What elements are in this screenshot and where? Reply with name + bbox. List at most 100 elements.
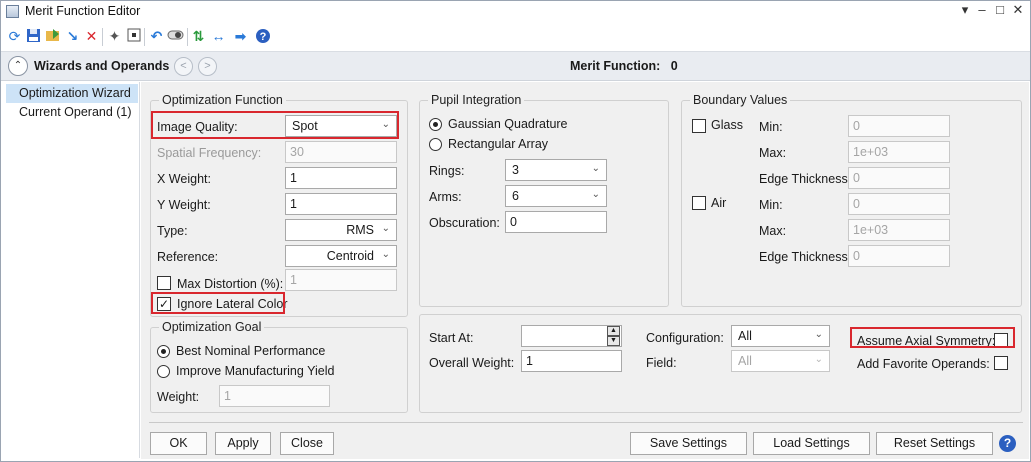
chevron-down-icon: ⌄	[814, 329, 823, 340]
y-weight-label: Y Weight:	[157, 198, 211, 212]
svg-text:?: ?	[259, 31, 266, 43]
optimization-function-legend: Optimization Function	[159, 93, 286, 107]
spatial-frequency-input[interactable]: 30	[285, 141, 397, 163]
ignore-lateral-color-highlight	[151, 292, 285, 314]
air-edge-input[interactable]: 0	[848, 245, 950, 267]
overall-weight-input[interactable]: 1	[521, 350, 622, 372]
chevron-down-icon: ⌄	[591, 163, 600, 174]
save-icon[interactable]	[25, 28, 42, 45]
wand-icon[interactable]: ✦	[106, 28, 123, 45]
toolbar-separator	[102, 28, 103, 46]
reference-select[interactable]: Centroid ⌄	[285, 245, 397, 267]
air-edge-label: Edge Thickness:	[759, 250, 852, 264]
air-checkbox[interactable]	[692, 196, 706, 210]
air-max-input[interactable]: 1e+03	[848, 219, 950, 241]
field-select[interactable]: All ⌄	[731, 350, 830, 372]
refresh-icon[interactable]: ⟳	[6, 28, 23, 45]
glass-min-input[interactable]: 0	[848, 115, 950, 137]
window-menu-icon[interactable]: ▾	[957, 2, 973, 18]
close-button[interactable]: Close	[280, 432, 334, 455]
reset-settings-button[interactable]: Reset Settings	[876, 432, 993, 455]
start-at-label: Start At:	[429, 331, 474, 345]
back-button[interactable]: <	[174, 57, 193, 76]
nav-item-optimization-wizard[interactable]: Optimization Wizard	[6, 84, 138, 103]
glass-label: Glass	[711, 118, 743, 132]
window-title: Merit Function Editor	[25, 4, 141, 18]
x-weight-input[interactable]: 1	[285, 167, 397, 189]
x-weight-label: X Weight:	[157, 172, 211, 186]
ok-button[interactable]: OK	[150, 432, 207, 455]
merit-function-value: 0	[670, 59, 678, 73]
air-min-input[interactable]: 0	[848, 193, 950, 215]
chevron-down-icon: ⌄	[381, 223, 390, 234]
glass-checkbox[interactable]	[692, 119, 706, 133]
glass-edge-label: Edge Thickness:	[759, 172, 852, 186]
configuration-label: Configuration:	[646, 331, 724, 345]
chevron-down-icon: ⌄	[814, 354, 823, 365]
type-select[interactable]: RMS ⌄	[285, 219, 397, 241]
load-settings-button[interactable]: Load Settings	[753, 432, 870, 455]
air-label: Air	[711, 196, 727, 210]
rings-select[interactable]: 3 ⌄	[505, 159, 607, 181]
glass-min-label: Min:	[759, 120, 783, 134]
arrow-right-icon[interactable]: ➡	[232, 28, 249, 45]
apply-button[interactable]: Apply	[215, 432, 271, 455]
help-icon[interactable]: ?	[999, 435, 1016, 452]
spin-up-icon[interactable]: ▲	[607, 326, 620, 336]
collapse-chevron-icon[interactable]: ⌃	[8, 56, 28, 76]
swap-icon[interactable]: ⇅	[190, 28, 207, 45]
maximize-icon[interactable]: □	[992, 2, 1008, 17]
close-window-icon[interactable]: ✕	[1010, 2, 1026, 18]
merit-function-editor-window: Merit Function Editor ▾ – □ ✕ ⟳ ↘ ✕ ✦ ↶ …	[0, 0, 1031, 462]
stop-icon[interactable]	[125, 28, 142, 45]
obscuration-label: Obscuration:	[429, 216, 500, 230]
max-distortion-checkbox[interactable]	[157, 276, 171, 290]
load-icon[interactable]	[44, 28, 61, 45]
glass-max-input[interactable]: 1e+03	[848, 141, 950, 163]
obscuration-input[interactable]: 0	[505, 211, 607, 233]
add-favorite-label: Add Favorite Operands:	[857, 357, 990, 371]
improve-yield-label: Improve Manufacturing Yield	[176, 364, 335, 378]
move-icon[interactable]: ↔	[210, 28, 227, 45]
configuration-select[interactable]: All ⌄	[731, 325, 830, 347]
wizards-title: Wizards and Operands	[34, 59, 170, 73]
save-settings-button[interactable]: Save Settings	[630, 432, 747, 455]
type-label: Type:	[157, 224, 188, 238]
rectangular-array-radio[interactable]	[429, 138, 442, 151]
air-min-label: Min:	[759, 198, 783, 212]
goal-weight-input[interactable]: 1	[219, 385, 330, 407]
toolbar-separator	[144, 28, 145, 46]
toggle-icon[interactable]	[167, 28, 184, 45]
arms-select[interactable]: 6 ⌄	[505, 185, 607, 207]
best-nominal-label: Best Nominal Performance	[176, 344, 326, 358]
nav-item-current-operand[interactable]: Current Operand (1)	[6, 103, 138, 122]
rectangular-array-label: Rectangular Array	[448, 137, 549, 151]
y-weight-input[interactable]: 1	[285, 193, 397, 215]
boundary-values-legend: Boundary Values	[690, 93, 791, 107]
delete-icon[interactable]: ✕	[83, 28, 100, 45]
insert-icon[interactable]: ↘	[64, 28, 81, 45]
add-favorite-checkbox[interactable]	[994, 356, 1008, 370]
max-distortion-input[interactable]: 1	[285, 269, 397, 291]
pupil-integration-legend: Pupil Integration	[428, 93, 525, 107]
improve-yield-radio[interactable]	[157, 365, 170, 378]
toolbar-separator	[187, 28, 188, 46]
best-nominal-radio[interactable]	[157, 345, 170, 358]
gaussian-quadrature-radio[interactable]	[429, 118, 442, 131]
glass-edge-input[interactable]: 0	[848, 167, 950, 189]
merit-function-label: Merit Function: 0	[570, 59, 678, 73]
toolbar: ⟳ ↘ ✕ ✦ ↶ ⇅ ↔ ➡ ?	[1, 22, 1030, 52]
overall-weight-label: Overall Weight:	[429, 356, 515, 370]
toolbar-help-icon[interactable]: ?	[254, 28, 271, 45]
optimization-goal-legend: Optimization Goal	[159, 320, 265, 334]
glass-max-label: Max:	[759, 146, 787, 160]
field-label: Field:	[646, 356, 677, 370]
rings-label: Rings:	[429, 164, 465, 178]
spin-down-icon[interactable]: ▼	[607, 336, 620, 346]
forward-button[interactable]: >	[198, 57, 217, 76]
main-panel: Optimization Function Image Quality: Spo…	[141, 82, 1029, 459]
minimize-icon[interactable]: –	[974, 2, 990, 17]
undo-icon[interactable]: ↶	[148, 28, 165, 45]
gaussian-quadrature-label: Gaussian Quadrature	[448, 117, 568, 131]
arms-label: Arms:	[429, 190, 462, 204]
